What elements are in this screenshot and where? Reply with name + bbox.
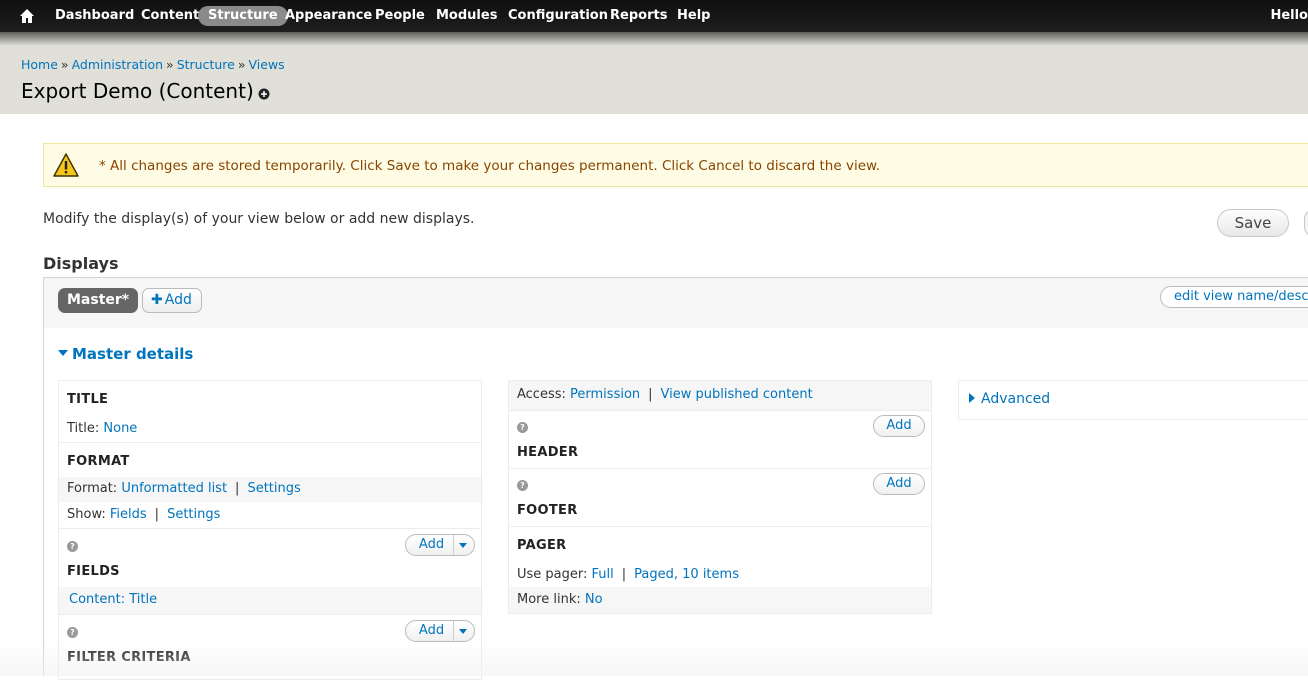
field-item-content-title[interactable]: Content: Title [69, 592, 157, 607]
use-pager-value-link[interactable]: Full [592, 567, 614, 582]
filter-add-label: Add [418, 623, 445, 638]
page-header: Home» Administration» Structure» Views Expo… [0, 46, 1308, 114]
triangle-down-icon [58, 349, 68, 356]
toolbar-shadow [0, 32, 1308, 46]
footer-add-button[interactable]: Add [873, 473, 925, 495]
home-icon[interactable] [19, 8, 35, 24]
toolbar-dashboard[interactable]: Dashboard [55, 7, 134, 25]
toolbar-content[interactable]: Content [141, 7, 199, 25]
breadcrumb-views[interactable]: Views [249, 57, 285, 72]
fields-add-button[interactable]: Add [405, 534, 475, 556]
fields-section: ? Add FIELDS [59, 529, 481, 587]
pager-section: PAGER Use pager: Full | Paged, 10 items [517, 538, 739, 582]
show-label: Show: [67, 507, 106, 522]
help-icon[interactable]: ? [67, 541, 78, 552]
filter-heading: FILTER CRITERIA [67, 650, 191, 665]
format-value-link[interactable]: Unformatted list [121, 481, 227, 496]
advanced-label: Advanced [981, 391, 1051, 407]
toolbar-appearance[interactable]: Appearance [285, 7, 372, 25]
add-shortcut-icon[interactable] [258, 88, 270, 100]
header-add-button[interactable]: Add [873, 415, 925, 437]
breadcrumb-separator: » [60, 57, 69, 72]
field-item-row: Content: Title [59, 587, 481, 614]
help-icon[interactable]: ? [67, 627, 78, 638]
use-pager-detail-link[interactable]: Paged, 10 items [634, 567, 739, 582]
show-row: Show: Fields | Settings [67, 507, 221, 522]
cancel-button[interactable] [1304, 209, 1308, 237]
plus-icon: ✚ [151, 292, 163, 308]
fields-add-label: Add [418, 537, 445, 552]
filter-add-button[interactable]: Add [405, 620, 475, 642]
format-label: Format: [67, 481, 118, 496]
display-details: Master details TITLE Title: None FORMAT … [43, 328, 1308, 680]
warning-icon [53, 153, 79, 177]
warning-message: * All changes are stored temporarily. Cl… [43, 143, 1308, 187]
chevron-down-icon[interactable] [453, 535, 474, 555]
fields-heading: FIELDS [67, 564, 120, 579]
warning-text: * All changes are stored temporarily. Cl… [99, 158, 881, 174]
access-detail-link[interactable]: View published content [661, 387, 813, 402]
access-label: Access: [517, 387, 566, 402]
displays-heading: Displays [43, 254, 119, 273]
help-icon[interactable]: ? [517, 480, 528, 491]
column-first: TITLE Title: None FORMAT Format: Unforma… [58, 380, 482, 680]
title-heading: TITLE [67, 392, 109, 407]
column-second: Access: Permission | View published conten… [508, 380, 932, 614]
format-heading: FORMAT [67, 454, 130, 469]
header-section: ? Add HEADER [509, 411, 931, 468]
master-details-toggle[interactable]: Master details [58, 345, 193, 363]
show-settings-link[interactable]: Settings [167, 507, 220, 522]
displays-tabs: Master* ✚Add edit view name/description [43, 277, 1308, 329]
toolbar-modules[interactable]: Modules [436, 7, 497, 25]
help-icon[interactable]: ? [517, 422, 528, 433]
pager-heading: PAGER [517, 538, 567, 553]
title-line: Title: None [67, 421, 137, 436]
intro-text: Modify the display(s) of your view below… [43, 211, 475, 227]
toolbar-people[interactable]: People [375, 7, 425, 25]
breadcrumb-administration[interactable]: Administration [72, 57, 163, 72]
filter-section: ? Add FILTER CRITERIA [59, 615, 481, 681]
breadcrumb: Home» Administration» Structure» Views [21, 57, 285, 72]
format-heading-row: FORMAT [59, 443, 481, 477]
title-label: Title: [67, 421, 100, 436]
page-title: Export Demo (Content) [21, 79, 254, 103]
title-value-link[interactable]: None [103, 421, 137, 436]
edit-view-name-button[interactable]: edit view name/description [1160, 286, 1308, 308]
display-tab-master[interactable]: Master* [58, 288, 139, 313]
access-row: Access: Permission | View published conten… [509, 381, 931, 410]
breadcrumb-structure[interactable]: Structure [177, 57, 235, 72]
format-settings-link[interactable]: Settings [247, 481, 300, 496]
toolbar-structure[interactable]: Structure [198, 6, 288, 26]
footer-section: ? Add FOOTER [509, 469, 931, 526]
column-third: Advanced [958, 380, 1308, 420]
user-greeting[interactable]: Hello [1270, 7, 1308, 25]
add-display-label: Add [164, 292, 192, 308]
breadcrumb-separator: » [237, 57, 246, 72]
format-row: Format: Unformatted list | Settings [59, 477, 481, 502]
master-details-label: Master details [72, 345, 194, 363]
footer-heading: FOOTER [517, 503, 578, 518]
triangle-right-icon [969, 393, 975, 403]
admin-toolbar: Dashboard Content Structure Appearance P… [0, 0, 1308, 32]
access-value-link[interactable]: Permission [570, 387, 640, 402]
breadcrumb-home[interactable]: Home [21, 57, 58, 72]
more-link-label: More link: [517, 592, 581, 607]
more-link-row: More link: No [509, 587, 931, 613]
add-display-button[interactable]: ✚ Add [142, 288, 202, 313]
save-button[interactable]: Save [1217, 209, 1289, 237]
use-pager-label: Use pager: [517, 567, 588, 582]
breadcrumb-separator: » [166, 57, 174, 72]
show-value-link[interactable]: Fields [110, 507, 147, 522]
toolbar-reports[interactable]: Reports [610, 7, 667, 25]
header-heading: HEADER [517, 445, 579, 460]
title-section: TITLE Title: None [59, 381, 481, 443]
more-link-value-link[interactable]: No [585, 592, 603, 607]
toolbar-configuration[interactable]: Configuration [508, 7, 608, 25]
toolbar-help[interactable]: Help [677, 7, 710, 25]
advanced-toggle[interactable]: Advanced [969, 391, 1050, 407]
chevron-down-icon[interactable] [453, 621, 474, 641]
